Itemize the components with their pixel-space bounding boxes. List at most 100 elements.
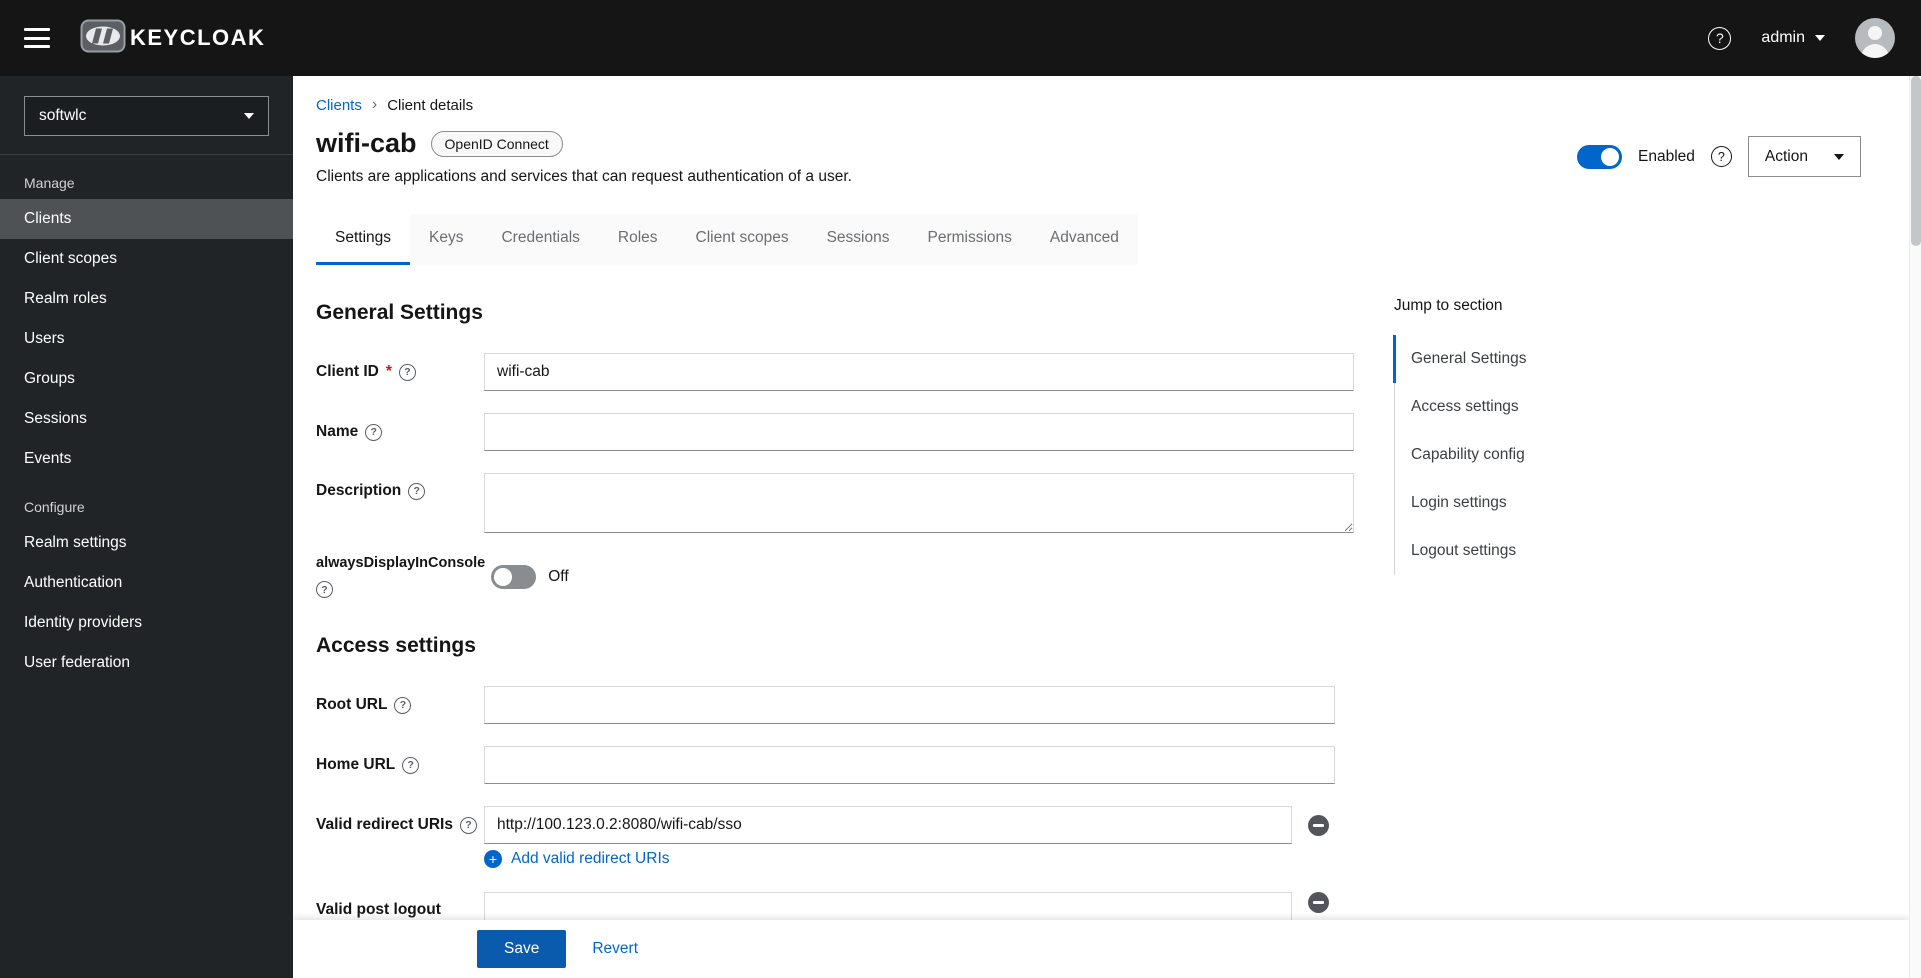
help-icon[interactable]: ? (316, 581, 333, 598)
brand-text: KEYCLOAK (130, 25, 266, 50)
realm-selector-wrap: softwlc (0, 76, 293, 155)
help-icon[interactable]: ? (408, 482, 426, 500)
save-button[interactable]: Save (477, 930, 567, 968)
always-display-row: alwaysDisplayInConsole ? Off (316, 555, 1354, 598)
sidebar-item-sessions[interactable]: Sessions (0, 399, 293, 439)
name-row: Name ? (316, 413, 1354, 451)
tab-roles[interactable]: Roles (598, 214, 677, 265)
main-content: Clients › Client details wifi-cab OpenID… (293, 76, 1909, 978)
masthead: KEYCLOAK ? admin (0, 0, 1921, 76)
help-icon[interactable]: ? (1708, 26, 1732, 50)
realm-selector[interactable]: softwlc (24, 96, 269, 136)
name-input[interactable] (484, 413, 1354, 451)
page-scrollbar (1909, 76, 1921, 978)
home-url-label: Home URL ? (316, 756, 484, 774)
jump-link-capability-config[interactable]: Capability config (1395, 431, 1634, 479)
avatar[interactable] (1855, 18, 1895, 58)
jump-link-access-settings[interactable]: Access settings (1395, 383, 1634, 431)
client-id-row: Client ID * ? (316, 353, 1354, 391)
form-actions-footer: Save Revert (293, 920, 1909, 978)
sidebar-item-realm-roles[interactable]: Realm roles (0, 279, 293, 319)
sidebar-item-users[interactable]: Users (0, 319, 293, 359)
keycloak-logo-icon (80, 19, 126, 58)
jump-link-general-settings[interactable]: General Settings (1393, 335, 1634, 383)
settings-form: General Settings Client ID * ? Name ? (316, 265, 1354, 978)
masthead-actions: ? admin (1708, 18, 1895, 58)
help-icon[interactable]: ? (398, 363, 416, 381)
sidebar-item-authentication[interactable]: Authentication (0, 563, 293, 603)
always-display-state: Off (548, 567, 569, 585)
tab-permissions[interactable]: Permissions (908, 214, 1031, 265)
root-url-input[interactable] (484, 686, 1335, 724)
breadcrumb-clients-link[interactable]: Clients (316, 97, 362, 114)
always-display-toggle[interactable] (491, 564, 537, 589)
remove-redirect-uri-icon[interactable] (1308, 814, 1329, 836)
nav-group-configure: Configure (24, 499, 85, 515)
nav-group-manage: Manage (24, 175, 75, 191)
tab-advanced[interactable]: Advanced (1030, 214, 1138, 265)
sidebar-item-clients[interactable]: Clients (0, 199, 293, 239)
page-header-left: wifi-cab OpenID Connect Clients are appl… (316, 128, 852, 186)
general-settings-heading: General Settings (316, 301, 483, 324)
action-dropdown[interactable]: Action (1747, 136, 1861, 177)
chevron-down-icon (244, 113, 254, 119)
tab-sessions[interactable]: Sessions (807, 214, 909, 265)
revert-button[interactable]: Revert (592, 940, 638, 958)
sidebar-item-identity-providers[interactable]: Identity providers (0, 603, 293, 643)
keycloak-logo[interactable]: KEYCLOAK (80, 19, 265, 58)
sidebar-item-client-scopes[interactable]: Client scopes (0, 239, 293, 279)
valid-redirect-uris-row: Valid redirect URIs ? (316, 806, 1354, 844)
user-menu[interactable]: admin (1761, 29, 1825, 47)
name-label: Name ? (316, 423, 484, 441)
jump-to-section-nav: Jump to section General Settings Access … (1393, 265, 1634, 978)
breadcrumb-current: Client details (387, 96, 474, 114)
scrollbar-thumb[interactable] (1911, 76, 1921, 246)
help-icon[interactable]: ? (394, 696, 412, 714)
home-url-input[interactable] (484, 746, 1335, 784)
keycloak-admin-console: KEYCLOAK ? admin softwlc Manage Clients … (0, 0, 1921, 978)
client-id-label: Client ID * ? (316, 363, 484, 381)
client-tabs: Settings Keys Credentials Roles Client s… (316, 214, 1138, 265)
chevron-down-icon (1815, 35, 1825, 41)
access-settings-heading: Access settings (316, 634, 476, 657)
page-title: wifi-cab (316, 128, 417, 158)
chevron-down-icon (1834, 153, 1844, 160)
breadcrumb: Clients › Client details (293, 76, 1909, 114)
page-header: wifi-cab OpenID Connect Clients are appl… (293, 114, 1909, 186)
home-url-row: Home URL ? (316, 746, 1354, 784)
hamburger-menu-icon[interactable] (24, 28, 50, 48)
description-label: Description ? (316, 473, 484, 500)
sidebar-item-realm-settings[interactable]: Realm settings (0, 523, 293, 563)
action-dropdown-label: Action (1764, 147, 1808, 165)
jump-link-login-settings[interactable]: Login settings (1395, 479, 1634, 527)
realm-name: softwlc (39, 107, 87, 124)
tab-settings[interactable]: Settings (316, 214, 411, 265)
settings-content: General Settings Client ID * ? Name ? (293, 265, 1909, 978)
description-row: Description ? (316, 473, 1354, 533)
page-description: Clients are applications and services th… (316, 168, 852, 185)
plus-circle-icon: + (484, 850, 502, 868)
required-star: * (385, 363, 392, 380)
valid-redirect-uri-input[interactable] (484, 806, 1292, 844)
jump-link-logout-settings[interactable]: Logout settings (1395, 527, 1634, 575)
help-icon[interactable]: ? (402, 756, 420, 774)
root-url-label: Root URL ? (316, 696, 484, 714)
remove-post-logout-uri-icon[interactable] (1308, 892, 1329, 913)
sidebar-item-events[interactable]: Events (0, 439, 293, 479)
tab-keys[interactable]: Keys (410, 214, 483, 265)
help-icon[interactable]: ? (459, 816, 477, 834)
tab-client-scopes[interactable]: Client scopes (676, 214, 808, 265)
enabled-toggle[interactable] (1577, 144, 1623, 169)
add-redirect-uri-button[interactable]: + Add valid redirect URIs (484, 850, 1354, 868)
description-textarea[interactable] (484, 473, 1354, 533)
sidebar: softwlc Manage Clients Client scopes Rea… (0, 76, 293, 978)
help-icon[interactable]: ? (1710, 146, 1732, 167)
tab-credentials[interactable]: Credentials (482, 214, 599, 265)
sidebar-item-user-federation[interactable]: User federation (0, 643, 293, 683)
client-id-input[interactable] (484, 353, 1354, 391)
jump-to-section-title: Jump to section (1394, 297, 1503, 314)
help-icon[interactable]: ? (365, 423, 383, 441)
username-label: admin (1761, 29, 1805, 46)
page-header-controls: Enabled ? Action (1577, 136, 1861, 177)
sidebar-item-groups[interactable]: Groups (0, 359, 293, 399)
